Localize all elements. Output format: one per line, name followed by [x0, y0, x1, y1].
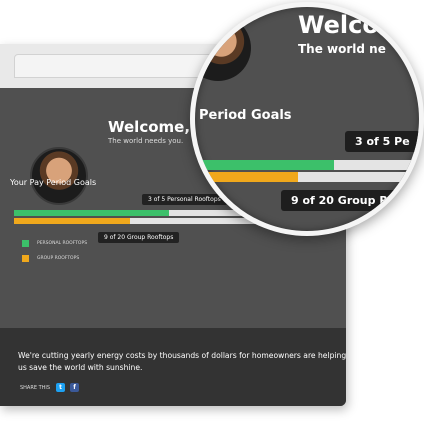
- magnified-personal-tooltip: 3 of 5 Pe: [345, 131, 419, 152]
- magnified-group-tooltip: 9 of 20 Group R: [281, 190, 398, 211]
- legend-swatch-group: [22, 255, 29, 262]
- footer: We're cutting yearly energy costs by tho…: [0, 328, 346, 406]
- personal-goal-tooltip: 3 of 5 Personal Rooftops: [142, 194, 227, 205]
- group-goal-fill: [14, 218, 131, 224]
- magnifier-lens: Welcome The world ne Period Goals 3 of 5…: [190, 2, 424, 236]
- magnified-avatar: [195, 15, 251, 81]
- magnified-group-fill: [195, 172, 298, 182]
- personal-goal-fill: [14, 210, 169, 216]
- tagline: The world needs you.: [108, 137, 184, 145]
- personal-goal-bar: PS: [14, 207, 272, 216]
- legend-label-group: Group Rooftops: [37, 256, 80, 261]
- legend-personal: Personal Rooftops: [22, 240, 87, 247]
- share-label: SHARE THIS: [20, 384, 51, 391]
- facebook-icon[interactable]: f: [70, 383, 80, 392]
- share-bar: SHARE THIS t f: [20, 383, 84, 392]
- magnified-goals-title: Period Goals: [199, 108, 292, 123]
- legend-swatch-personal: [22, 240, 29, 247]
- magnified-tagline: The world ne: [298, 42, 386, 56]
- avatar: [30, 147, 88, 205]
- goals-title: Your Pay Period Goals: [10, 178, 97, 187]
- magnified-personal-bar: [195, 160, 419, 170]
- magnified-welcome: Welcome: [298, 11, 421, 39]
- group-goal-bar: [14, 218, 272, 224]
- legend-label-personal: Personal Rooftops: [37, 241, 88, 246]
- magnified-personal-fill: [195, 160, 334, 170]
- legend-group: Group Rooftops: [22, 255, 79, 262]
- magnified-group-bar: [195, 172, 419, 182]
- twitter-icon[interactable]: t: [56, 383, 66, 392]
- footer-text: We're cutting yearly energy costs by tho…: [18, 351, 346, 372]
- group-goal-tooltip: 9 of 20 Group Rooftops: [98, 232, 180, 243]
